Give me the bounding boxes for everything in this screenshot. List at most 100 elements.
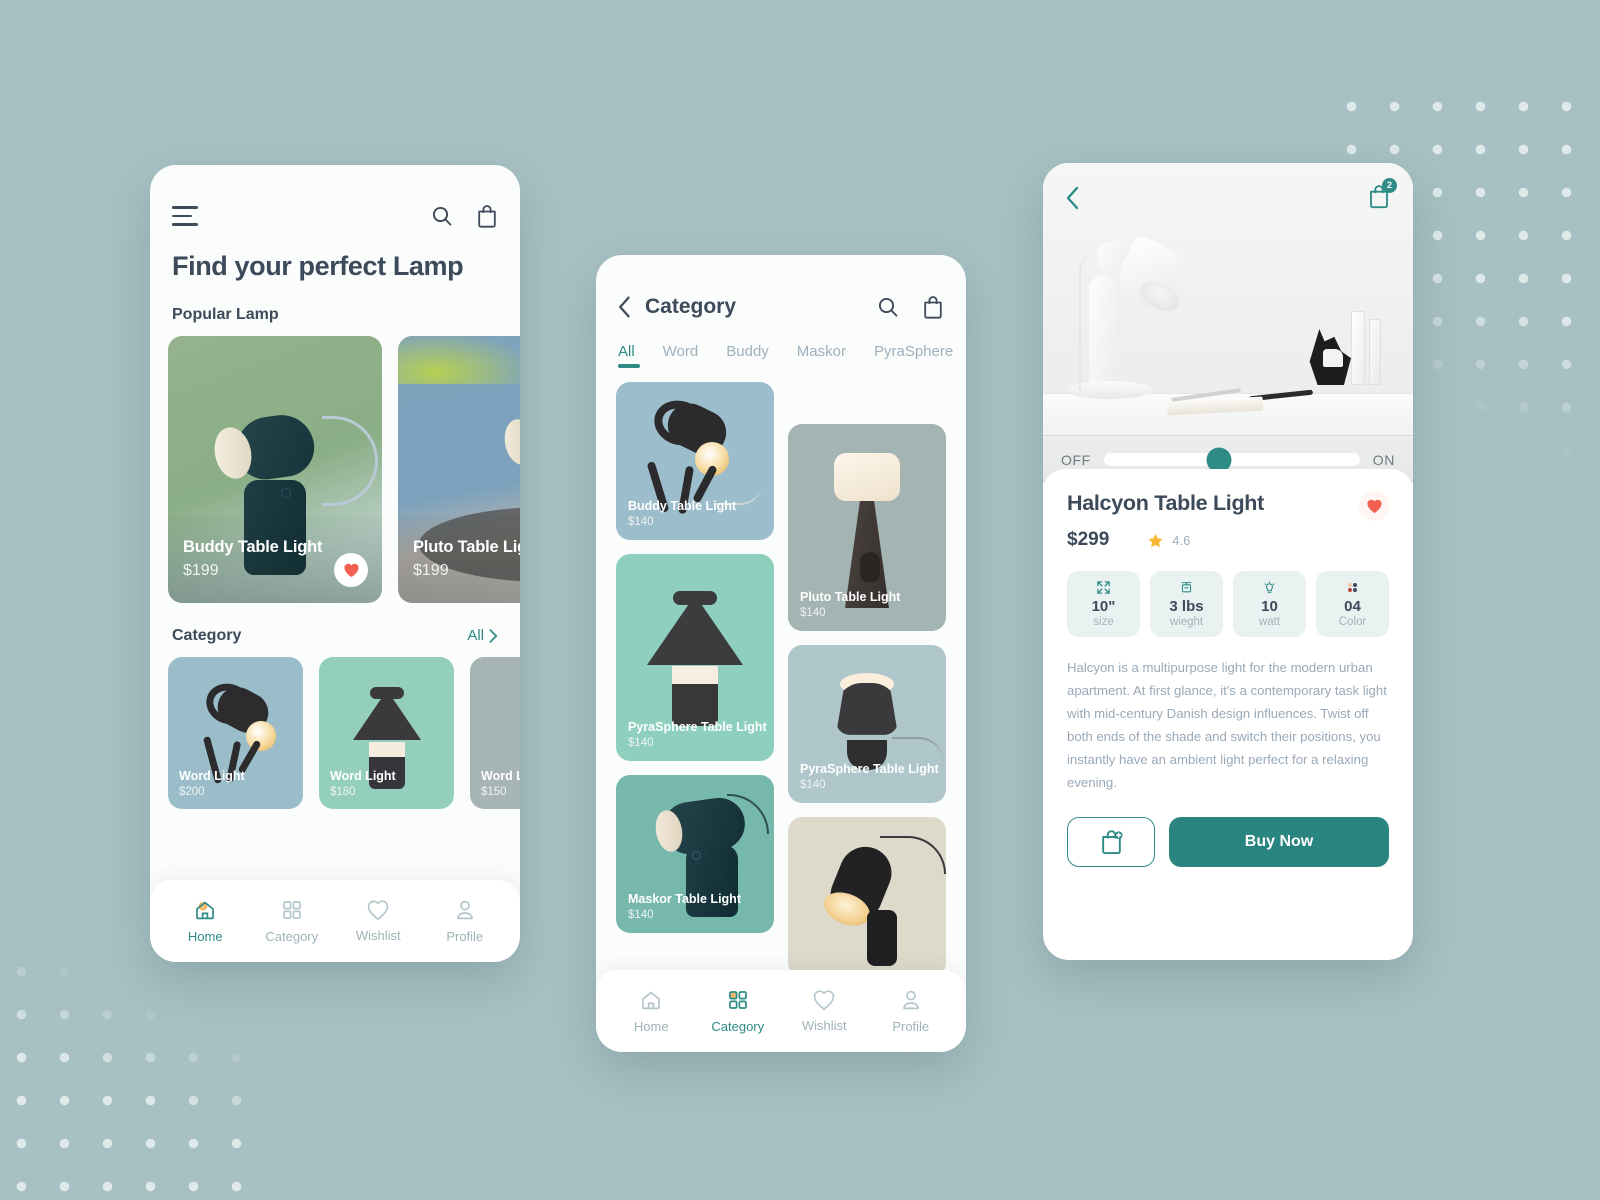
category-tabs[interactable]: All Word Buddy Maskor PyraSphere [596, 329, 966, 368]
tab-buddy[interactable]: Buddy [726, 343, 769, 368]
heart-icon [343, 563, 359, 578]
tab-maskor[interactable]: Maskor [797, 343, 846, 368]
category-card-2[interactable]: Word Light $150 [470, 657, 520, 809]
bulb-icon [1237, 579, 1302, 595]
nav-item-home[interactable]: Home [168, 898, 242, 944]
nav-item-profile[interactable]: Profile [874, 988, 948, 1034]
nav-item-category[interactable]: Category [255, 898, 329, 944]
nav-label: Wishlist [801, 1018, 847, 1033]
detail-actions: Buy Now [1067, 816, 1389, 867]
nav-item-wishlist[interactable]: Wishlist [787, 989, 861, 1033]
popular-card-name: Buddy Table Light [183, 538, 323, 556]
product-rating: 4.6 [1147, 532, 1190, 549]
spec-value: 3 lbs [1169, 598, 1204, 615]
spec-color[interactable]: 04 Color [1316, 571, 1389, 637]
detail-header: 2 [1043, 163, 1413, 233]
search-icon[interactable] [430, 204, 454, 228]
nav-label: Home [633, 1019, 669, 1034]
spec-value: 10 [1261, 598, 1278, 615]
category-card-price: $150 [481, 786, 507, 798]
category-screen: Category All Word Buddy Maskor PyraSpher… [596, 255, 966, 1052]
product-card-pluto[interactable]: Pluto Table Light $140 [788, 424, 946, 631]
back-button[interactable] [618, 296, 631, 318]
heart-icon [367, 900, 389, 920]
product-card-price: $140 [800, 779, 826, 791]
nav-item-profile[interactable]: Profile [428, 898, 502, 944]
scale-icon [1154, 579, 1219, 595]
product-title: Halcyon Table Light [1067, 491, 1264, 515]
category-header: Category [596, 255, 966, 329]
chevron-left-icon [619, 296, 630, 318]
star-icon [1148, 533, 1163, 547]
popular-card-name: Pluto Table Light [413, 538, 520, 556]
hamburger-icon[interactable] [172, 206, 198, 226]
popular-card-pluto[interactable]: Pluto Table Light $199 [398, 336, 520, 603]
product-grid-right-column: Pluto Table Light $140 PyraSphere Table … [788, 382, 946, 977]
nav-label: Wishlist [355, 928, 401, 943]
shopping-bag-icon[interactable] [476, 204, 498, 228]
popular-section-title: Popular Lamp [172, 306, 279, 323]
category-section-header: Category All [150, 603, 520, 657]
category-carousel[interactable]: Word Light $200 Word Light $180 Word $15… [150, 657, 520, 809]
category-card-1[interactable]: Word Light $180 [319, 657, 454, 809]
buy-now-button[interactable]: Buy Now [1169, 816, 1389, 867]
nav-item-category[interactable]: Category [701, 988, 775, 1034]
category-card-name: Word Light [330, 769, 396, 783]
person-icon [902, 990, 919, 1010]
product-card-price: $140 [628, 909, 654, 921]
category-section-title: Category [172, 627, 242, 644]
product-card-pyrasphere-1[interactable]: PyraSphere Table Light $140 [616, 554, 774, 761]
home-icon [196, 901, 215, 920]
nav-item-wishlist[interactable]: Wishlist [341, 899, 415, 943]
product-card-price: $140 [628, 516, 654, 528]
favorite-button[interactable] [1359, 491, 1389, 521]
heart-icon [1366, 499, 1382, 514]
favorite-button[interactable] [334, 553, 368, 587]
home-screen: Find your perfect Lamp Popular Lamp Budd… [150, 165, 520, 962]
page-title: Category [645, 295, 737, 318]
tab-word[interactable]: Word [663, 343, 699, 368]
tab-all[interactable]: All [618, 343, 640, 368]
nav-label: Home [187, 929, 223, 944]
see-all-label: All [467, 627, 484, 644]
nav-label: Profile [446, 929, 484, 944]
product-card-name: PyraSphere Table Light [628, 720, 767, 734]
see-all-categories-link[interactable]: All [467, 627, 498, 644]
product-description: Halcyon is a multipurpose light for the … [1067, 660, 1387, 790]
product-grid: Buddy Table Light $140 PyraSphere Table … [596, 368, 966, 977]
tab-pyrasphere[interactable]: PyraSphere [874, 343, 953, 368]
switch-track[interactable] [1103, 447, 1360, 472]
shopping-bag-icon[interactable] [922, 295, 944, 319]
page-title: Find your perfect Lamp [172, 251, 464, 281]
product-card-name: Buddy Table Light [628, 499, 737, 513]
dot-pattern-bottom-left [0, 950, 250, 1200]
add-to-cart-button[interactable] [1067, 816, 1155, 867]
popular-lamp-carousel[interactable]: Buddy Table Light $199 Pluto Table Light… [150, 336, 520, 603]
product-card-name: Maskor Table Light [628, 892, 741, 906]
product-card-extra[interactable] [788, 817, 946, 977]
product-grid-left-column: Buddy Table Light $140 PyraSphere Table … [616, 382, 774, 977]
category-card-name: Word Light [179, 769, 245, 783]
spec-watt[interactable]: 10 watt [1233, 571, 1306, 637]
popular-card-buddy[interactable]: Buddy Table Light $199 [168, 336, 382, 603]
product-card-pyrasphere-2[interactable]: PyraSphere Table Light $140 [788, 645, 946, 803]
product-price: $299 [1067, 529, 1110, 550]
spec-weight[interactable]: 3 lbs wieght [1150, 571, 1223, 637]
search-icon[interactable] [876, 295, 900, 319]
spec-label: watt [1258, 616, 1281, 628]
product-card-buddy[interactable]: Buddy Table Light $140 [616, 382, 774, 540]
home-icon [642, 991, 661, 1010]
nav-item-home[interactable]: Home [614, 988, 688, 1034]
nav-label: Category [265, 929, 319, 944]
product-card-price: $140 [800, 607, 826, 619]
category-card-0[interactable]: Word Light $200 [168, 657, 303, 809]
back-button[interactable] [1065, 186, 1080, 210]
color-dots-icon [1320, 579, 1385, 595]
bag-plus-icon [1101, 830, 1123, 855]
spec-label: wieght [1169, 616, 1204, 628]
product-card-maskor[interactable]: Maskor Table Light $140 [616, 775, 774, 933]
spec-size[interactable]: 10" size [1067, 571, 1140, 637]
cart-button[interactable]: 2 [1367, 177, 1397, 214]
category-card-price: $200 [179, 786, 205, 798]
product-card-price: $140 [628, 737, 654, 749]
